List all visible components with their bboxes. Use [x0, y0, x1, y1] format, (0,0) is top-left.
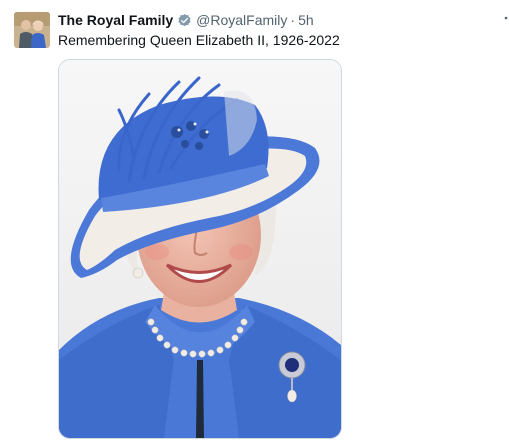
- tweet-header: The Royal Family @RoyalFamily · 5h: [58, 11, 314, 29]
- handle[interactable]: @RoyalFamily: [196, 11, 287, 29]
- tweet-text: Remembering Queen Elizabeth II, 1926-202…: [58, 32, 340, 48]
- tweet[interactable]: The Royal Family @RoyalFamily · 5h Remem…: [0, 0, 509, 443]
- portrait-image: [59, 60, 341, 438]
- verified-badge-icon: [177, 13, 192, 28]
- timestamp[interactable]: 5h: [298, 11, 314, 29]
- separator: ·: [290, 12, 296, 28]
- avatar[interactable]: [14, 12, 50, 48]
- avatar-image: [14, 12, 50, 48]
- tweet-media[interactable]: [58, 59, 342, 439]
- more-icon[interactable]: [503, 14, 509, 30]
- display-name[interactable]: The Royal Family: [58, 11, 173, 29]
